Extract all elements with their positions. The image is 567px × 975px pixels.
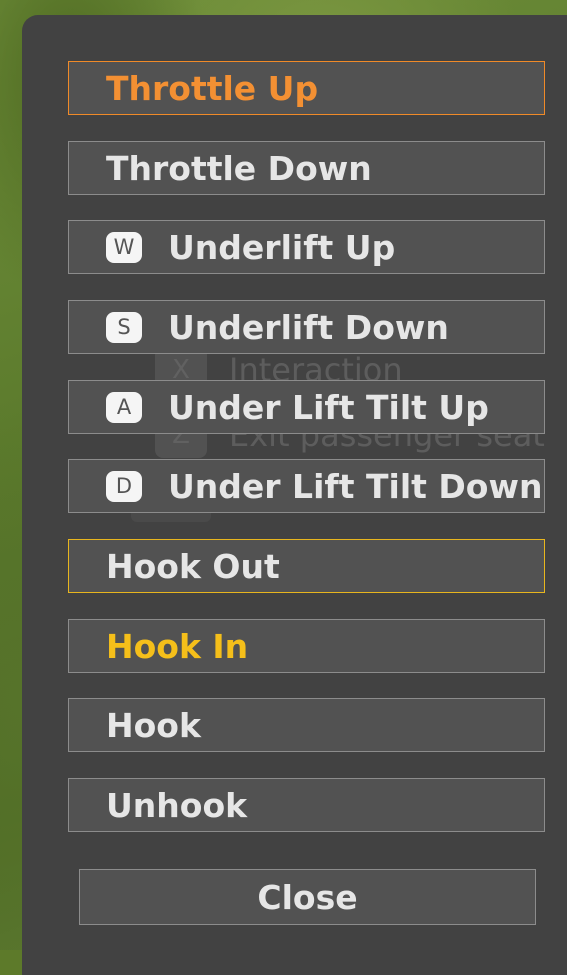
hook-label: Hook (106, 705, 201, 745)
throttle-up-button[interactable]: Throttle Up (68, 61, 545, 115)
unhook-button[interactable]: Unhook (68, 778, 545, 832)
d-key-icon: D (106, 470, 142, 502)
unhook-label: Unhook (106, 785, 248, 825)
underlift-down-label: Underlift Down (168, 307, 449, 347)
hook-out-label: Hook Out (106, 546, 280, 586)
under-lift-tilt-up-label: Under Lift Tilt Up (168, 387, 489, 427)
underlift-up-label: Underlift Up (168, 227, 396, 267)
w-key-icon: W (106, 231, 142, 263)
s-key-icon: S (106, 311, 142, 343)
hook-in-button[interactable]: Hook In (68, 619, 545, 673)
under-lift-tilt-down-button[interactable]: D Under Lift Tilt Down (68, 459, 545, 513)
under-lift-tilt-down-label: Under Lift Tilt Down (168, 466, 543, 506)
a-key-icon: A (106, 391, 142, 423)
underlift-up-button[interactable]: W Underlift Up (68, 220, 545, 274)
hook-button[interactable]: Hook (68, 698, 545, 752)
throttle-up-label: Throttle Up (106, 68, 319, 108)
underlift-down-button[interactable]: S Underlift Down (68, 300, 545, 354)
close-label: Close (257, 877, 358, 917)
hook-out-button[interactable]: Hook Out (68, 539, 545, 593)
hook-in-label: Hook In (106, 626, 249, 666)
throttle-down-button[interactable]: Throttle Down (68, 141, 545, 195)
under-lift-tilt-up-button[interactable]: A Under Lift Tilt Up (68, 380, 545, 434)
throttle-down-label: Throttle Down (106, 148, 372, 188)
close-button[interactable]: Close (79, 869, 536, 925)
